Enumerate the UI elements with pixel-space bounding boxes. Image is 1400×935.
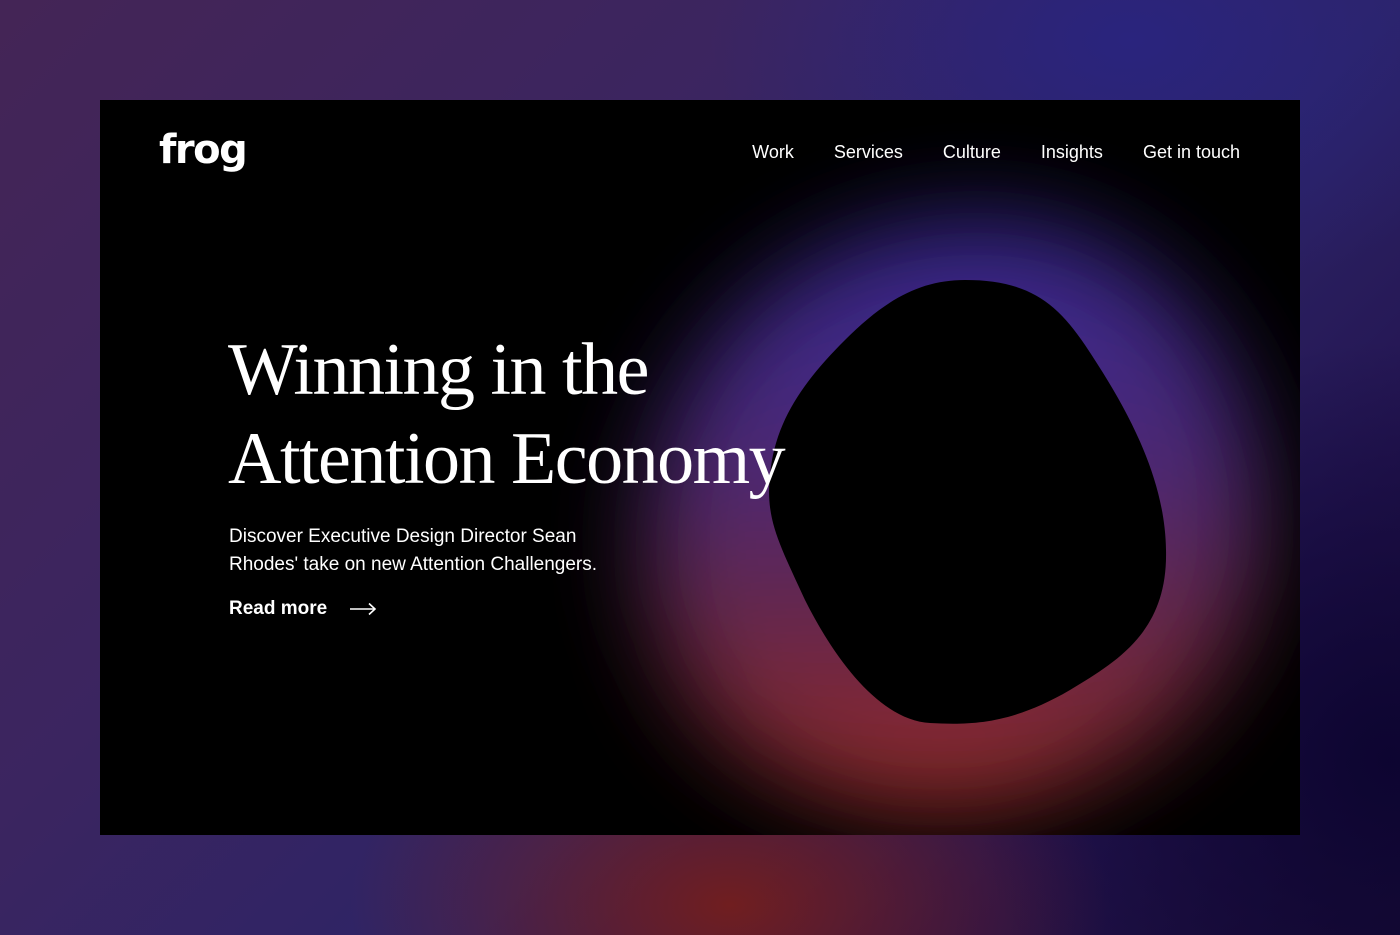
hero-frame: frog Work Services Culture Insights Get … bbox=[100, 100, 1300, 835]
hero-headline: Winning in the Attention Economy bbox=[228, 326, 928, 504]
frog-logo[interactable]: frog bbox=[159, 122, 248, 178]
nav-item-services[interactable]: Services bbox=[834, 140, 903, 164]
main-nav: Work Services Culture Insights Get in to… bbox=[752, 140, 1240, 164]
hero-description: Discover Executive Design Director Sean … bbox=[229, 526, 598, 575]
arrow-right-icon bbox=[350, 602, 377, 616]
read-more-label: Read more bbox=[229, 598, 328, 619]
nav-item-insights[interactable]: Insights bbox=[1041, 140, 1103, 164]
nav-item-get-in-touch[interactable]: Get in touch bbox=[1143, 140, 1240, 164]
read-more-link[interactable]: Read more bbox=[229, 597, 377, 621]
nav-item-culture[interactable]: Culture bbox=[943, 140, 1001, 164]
hero-headline-line-2: Attention Economy bbox=[228, 418, 786, 500]
nav-item-work[interactable]: Work bbox=[752, 140, 794, 164]
hero-headline-line-1: Winning in the bbox=[228, 329, 649, 411]
